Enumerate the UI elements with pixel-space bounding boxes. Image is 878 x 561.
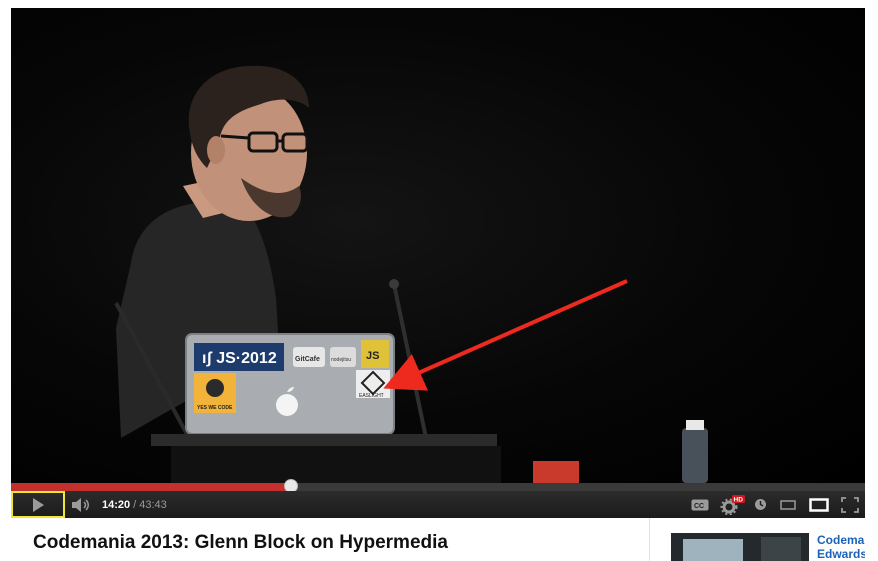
play-button[interactable] bbox=[11, 491, 65, 518]
related-video-title[interactable]: Codemania Edwards - bbox=[817, 533, 865, 561]
fullscreen-button[interactable] bbox=[837, 491, 863, 518]
thumbnail-image bbox=[671, 533, 809, 561]
lectern-top bbox=[151, 434, 497, 446]
sidebar-divider bbox=[649, 518, 650, 561]
cc-icon-label: CC bbox=[694, 503, 704, 510]
volume-icon bbox=[72, 497, 89, 512]
progress-bar[interactable] bbox=[11, 479, 865, 493]
sticker-js-text: JS bbox=[366, 350, 379, 362]
mic-head-right bbox=[389, 279, 399, 289]
small-player-button[interactable] bbox=[776, 491, 800, 518]
related-video-title-line1: Codemania bbox=[817, 533, 865, 547]
player-controls: 14:20 / 43:43 CC HD bbox=[11, 491, 865, 518]
watch-later-button[interactable] bbox=[750, 491, 770, 518]
small-player-icon bbox=[780, 499, 796, 510]
red-box bbox=[533, 461, 579, 483]
sticker-octocat-text: YES WE CODE bbox=[197, 405, 233, 411]
settings-icon: HD bbox=[720, 494, 745, 515]
volume-button[interactable] bbox=[69, 491, 93, 518]
play-icon bbox=[33, 497, 44, 512]
sticker-gitcafe-text: GitCafe bbox=[295, 356, 320, 363]
cc-icon: CC bbox=[691, 499, 709, 510]
related-video-item[interactable]: Codemania Edwards - bbox=[671, 532, 865, 561]
large-player-button[interactable] bbox=[806, 491, 832, 518]
sticker-easlight-text: EASLIGHT bbox=[359, 393, 384, 399]
large-player-icon bbox=[809, 497, 829, 512]
related-video-thumbnail[interactable] bbox=[671, 533, 809, 561]
sticker-nodejs-text: ıʃ JS·2012 bbox=[202, 350, 277, 367]
fullscreen-icon bbox=[841, 496, 859, 513]
octocat-icon bbox=[206, 379, 224, 397]
annotation-arrow bbox=[383, 279, 628, 391]
speaker-ear bbox=[207, 136, 225, 164]
lectern-body bbox=[171, 446, 501, 483]
time-separator: / bbox=[133, 498, 137, 511]
current-time: 14:20 bbox=[102, 498, 131, 511]
video-scene: ıʃ JS·2012 GitCafe nodejitsu JS YES WE C… bbox=[114, 65, 708, 483]
watch-later-icon bbox=[754, 499, 766, 510]
captions-button[interactable]: CC bbox=[687, 491, 713, 518]
video-player[interactable]: ıʃ JS·2012 GitCafe nodejitsu JS YES WE C… bbox=[11, 8, 865, 518]
mic-stand-right bbox=[392, 283, 428, 439]
settings-button[interactable]: HD bbox=[717, 491, 747, 518]
duration: 43:43 bbox=[139, 498, 167, 511]
watch-info: Codemania 2013: Glenn Block on Hypermedi… bbox=[11, 518, 865, 561]
video-title: Codemania 2013: Glenn Block on Hypermedi… bbox=[33, 532, 448, 553]
water-bottle bbox=[682, 428, 708, 483]
hd-badge: HD bbox=[734, 496, 744, 503]
video-frame[interactable]: ıʃ JS·2012 GitCafe nodejitsu JS YES WE C… bbox=[11, 8, 865, 483]
related-video-title-line2: Edwards - bbox=[817, 547, 865, 561]
time-display: 14:20 / 43:43 bbox=[102, 491, 167, 518]
progress-played bbox=[11, 483, 291, 491]
sticker-nodejitsu-text: nodejitsu bbox=[331, 357, 351, 363]
